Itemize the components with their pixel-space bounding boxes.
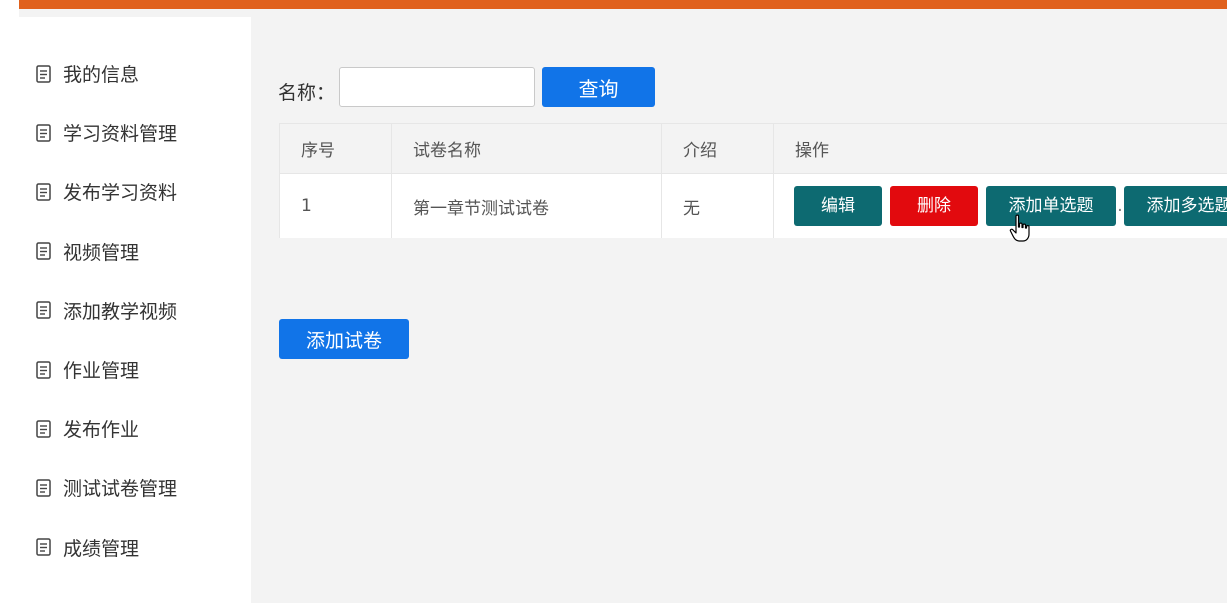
add-single-choice-button[interactable]: 添加单选题 (986, 186, 1116, 226)
sidebar-item-label: 成绩管理 (63, 537, 140, 560)
document-icon (36, 419, 51, 438)
document-icon (36, 360, 51, 379)
hand-pointer-cursor-icon (1009, 214, 1030, 242)
query-button[interactable]: 查询 (542, 67, 655, 107)
cell-index: 1 (279, 173, 392, 238)
separator: . (1117, 196, 1123, 216)
search-input[interactable] (339, 67, 535, 107)
search-label: 名称： (278, 82, 336, 104)
sidebar-item-label: 测试试卷管理 (63, 478, 178, 501)
cell-actions: 编辑 删除 添加单选题. 添加多选题 (773, 173, 1227, 238)
sidebar-item-label: 添加教学视频 (63, 300, 178, 323)
add-multiple-choice-button[interactable]: 添加多选题 (1124, 186, 1227, 226)
cell-intro: 无 (661, 173, 774, 238)
edit-button[interactable]: 编辑 (794, 186, 882, 226)
column-header-intro: 介绍 (661, 123, 774, 174)
sidebar-item-video-management[interactable]: 视频管理 (19, 222, 251, 281)
document-icon (36, 301, 51, 320)
sidebar-item-publish-study-material[interactable]: 发布学习资料 (19, 162, 251, 221)
cell-paper-name: 第一章节测试试卷 (391, 173, 662, 238)
sidebar-item-label: 发布学习资料 (63, 182, 178, 205)
sidebar-item-my-info[interactable]: 我的信息 (19, 44, 251, 103)
sidebar-item-grade-management[interactable]: 成绩管理 (19, 518, 251, 577)
sidebar-item-publish-homework[interactable]: 发布作业 (19, 399, 251, 458)
sidebar-item-label: 发布作业 (63, 419, 140, 442)
top-accent-bar (19, 0, 1227, 9)
sidebar-menu: 我的信息 学习资料管理 发布学习资料 视频管理 添加教学视频 作业管理 发布作业 (19, 44, 251, 577)
sidebar-item-study-material-management[interactable]: 学习资料管理 (19, 103, 251, 162)
document-icon (36, 64, 51, 83)
sidebar-item-label: 视频管理 (63, 241, 140, 264)
left-margin (0, 0, 19, 603)
table-row: 1 第一章节测试试卷 无 编辑 删除 添加单选题. 添加多选题 (279, 173, 1227, 238)
sidebar-item-label: 学习资料管理 (63, 123, 178, 146)
sidebar-item-homework-management[interactable]: 作业管理 (19, 340, 251, 399)
delete-button[interactable]: 删除 (890, 186, 978, 226)
column-header-name: 试卷名称 (391, 123, 662, 174)
document-icon (36, 124, 51, 142)
document-icon (36, 479, 51, 497)
document-icon (36, 538, 51, 556)
test-paper-table: 序号 试卷名称 介绍 操作 1 第一章节测试试卷 无 编辑 删除 添加单选题. 添加多… (279, 123, 1227, 238)
add-test-paper-button[interactable]: 添加试卷 (279, 319, 409, 359)
column-header-index: 序号 (279, 123, 392, 174)
sidebar-item-label: 作业管理 (63, 360, 140, 383)
sidebar: 我的信息 学习资料管理 发布学习资料 视频管理 添加教学视频 作业管理 发布作业 (19, 17, 251, 603)
document-icon (36, 242, 51, 260)
table-header-row: 序号 试卷名称 介绍 操作 (279, 123, 1227, 174)
sidebar-item-label: 我的信息 (63, 64, 140, 87)
sidebar-item-add-teaching-video[interactable]: 添加教学视频 (19, 281, 251, 340)
column-header-actions: 操作 (773, 123, 1227, 174)
document-icon (36, 183, 51, 201)
sidebar-item-test-paper-management[interactable]: 测试试卷管理 (19, 458, 251, 517)
